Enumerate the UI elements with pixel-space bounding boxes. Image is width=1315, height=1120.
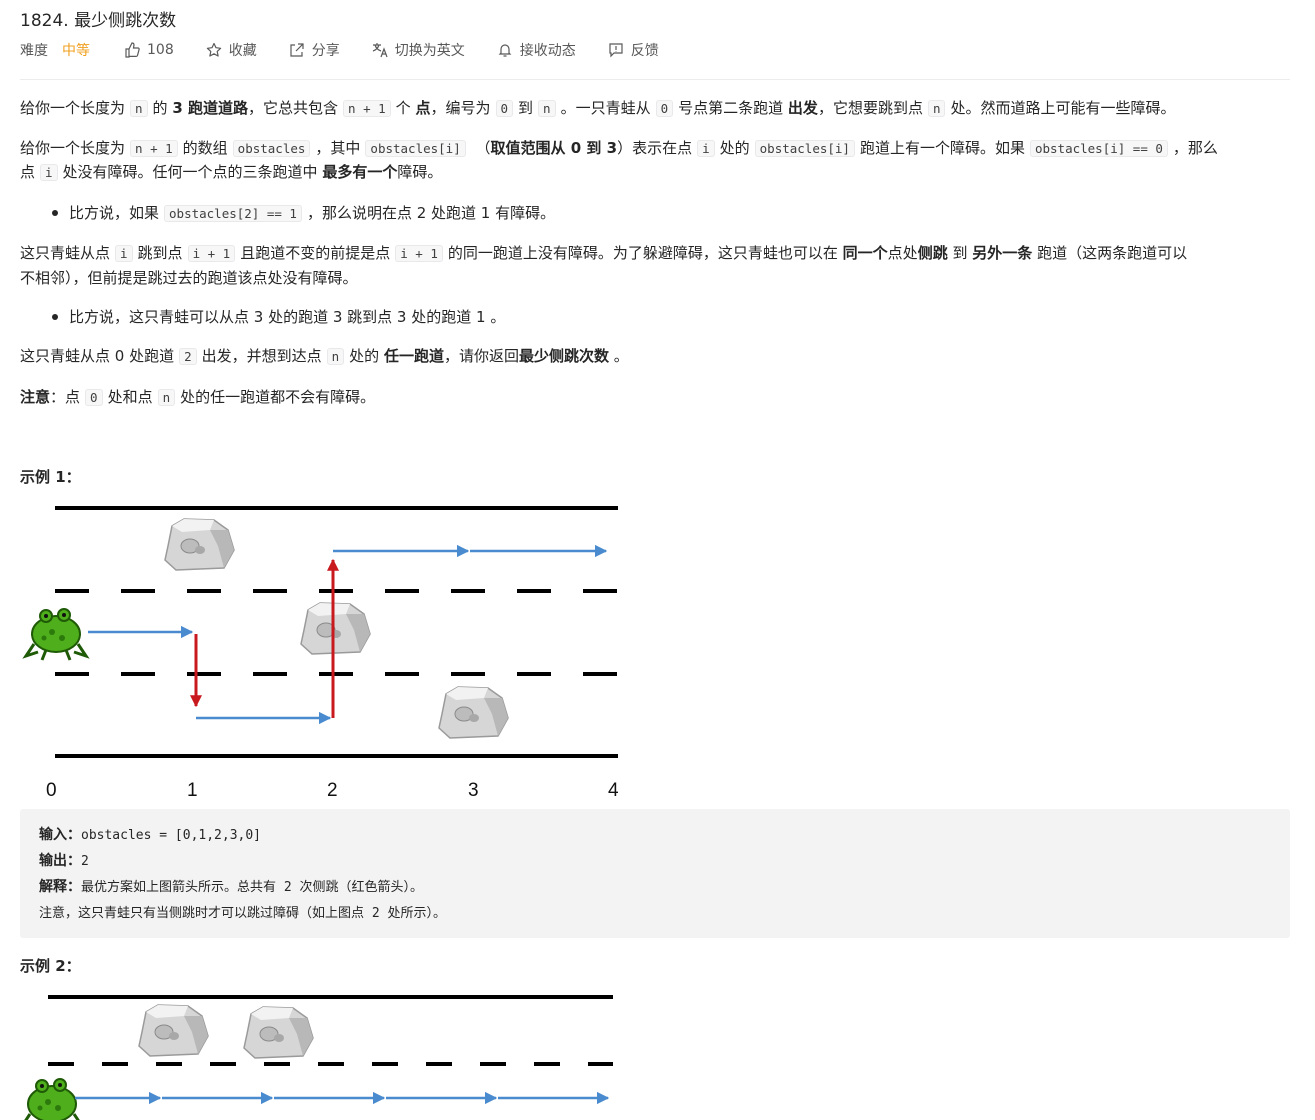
desc-paragraph-3: 这只青蛙从点 i 跳到点 i + 1 且跑道不变的前提是点 i + 1 的同一跑道上没有障碍… [20, 244, 1188, 262]
thumbs-up-icon [124, 42, 140, 58]
feedback-label: 反馈 [630, 43, 659, 59]
axis-label: 4 [608, 780, 619, 801]
example-output: 输出：2 [39, 853, 89, 869]
rock-icon [138, 1004, 209, 1057]
example-1-box: 输入：obstacles = [0,1,2,3,0] 输出：2 解释：最优方案如… [20, 809, 1290, 938]
like-button[interactable]: 108 [124, 42, 174, 58]
desc-paragraph-3-cont: 不相邻），但前提是跳过去的跑道该点处没有障碍。 [20, 269, 358, 287]
translate-icon [372, 42, 388, 58]
share-icon [289, 42, 305, 58]
frog-icon [20, 1077, 84, 1120]
difficulty-value: 中等 [62, 43, 90, 59]
meta-bar: 难度 中等 108 收藏 分享 切换为英文 接收动态 反馈 [20, 40, 659, 60]
bell-icon [497, 42, 513, 58]
share-label: 分享 [311, 43, 340, 59]
desc-paragraph-2: 给你一个长度为 n + 1 的数组 obstacles ，其中 obstacles[i] … [20, 139, 1218, 157]
desc-list-item-1: 比方说，如果 obstacles[2] == 1 ，那么说明在点 2 处跑道 1 有… [69, 204, 556, 222]
example-2-diagram [20, 995, 613, 1120]
example-2-heading: 示例 2： [20, 957, 81, 975]
problem-title: 1824. 最少侧跳次数 [20, 11, 177, 31]
example-1-heading: 示例 1： [20, 468, 81, 486]
header-divider [20, 79, 1290, 80]
favorite-label: 收藏 [228, 43, 257, 59]
axis-label: 2 [327, 780, 338, 801]
favorite-button[interactable]: 收藏 [206, 40, 257, 60]
axis-label: 1 [187, 780, 198, 801]
switch-language-label: 切换为英文 [394, 43, 465, 59]
rock-icon [300, 602, 371, 655]
axis-label: 0 [46, 780, 57, 801]
subscribe-button[interactable]: 接收动态 [497, 40, 576, 60]
desc-paragraph-2-cont: 点 i 处没有障碍。任何一个点的三条跑道中 最多有一个障碍。 [20, 163, 443, 181]
feedback-icon [608, 42, 624, 58]
switch-language-button[interactable]: 切换为英文 [372, 40, 465, 60]
rock-icon [243, 1006, 314, 1059]
example-1-diagram [24, 506, 618, 758]
desc-paragraph-4: 这只青蛙从点 0 处跑道 2 出发，并想到达点 n 处的 任一跑道，请你返回最少侧跳次数… [20, 347, 629, 365]
frog-icon [24, 607, 88, 662]
example-input: 输入：obstacles = [0,1,2,3,0] [39, 827, 262, 843]
subscribe-label: 接收动态 [519, 43, 576, 59]
rock-icon [438, 686, 509, 739]
like-count: 108 [147, 42, 174, 58]
desc-note: 注意：点 0 处和点 n 处的任一跑道都不会有障碍。 [20, 388, 376, 406]
bullet-dot [52, 314, 58, 320]
example-explanation: 解释：最优方案如上图箭头所示。总共有 2 次侧跳（红色箭头）。 [39, 879, 423, 895]
difficulty-label: 难度 [20, 43, 48, 59]
desc-list-item-2: 比方说，这只青蛙可以从点 3 处的跑道 3 跳到点 3 处的跑道 1 。 [69, 308, 506, 326]
axis-label: 3 [468, 780, 479, 801]
bullet-dot [52, 210, 58, 216]
star-icon [206, 42, 222, 58]
desc-paragraph-1: 给你一个长度为 n 的 3 跑道道路，它总共包含 n + 1个 点，编号为 0 到 n 。一只… [20, 99, 1176, 117]
rock-icon [164, 518, 235, 571]
share-button[interactable]: 分享 [289, 40, 340, 60]
example-note: 注意，这只青蛙只有当侧跳时才可以跳过障碍（如上图点 2 处所示）。 [39, 906, 446, 921]
feedback-button[interactable]: 反馈 [608, 40, 659, 60]
